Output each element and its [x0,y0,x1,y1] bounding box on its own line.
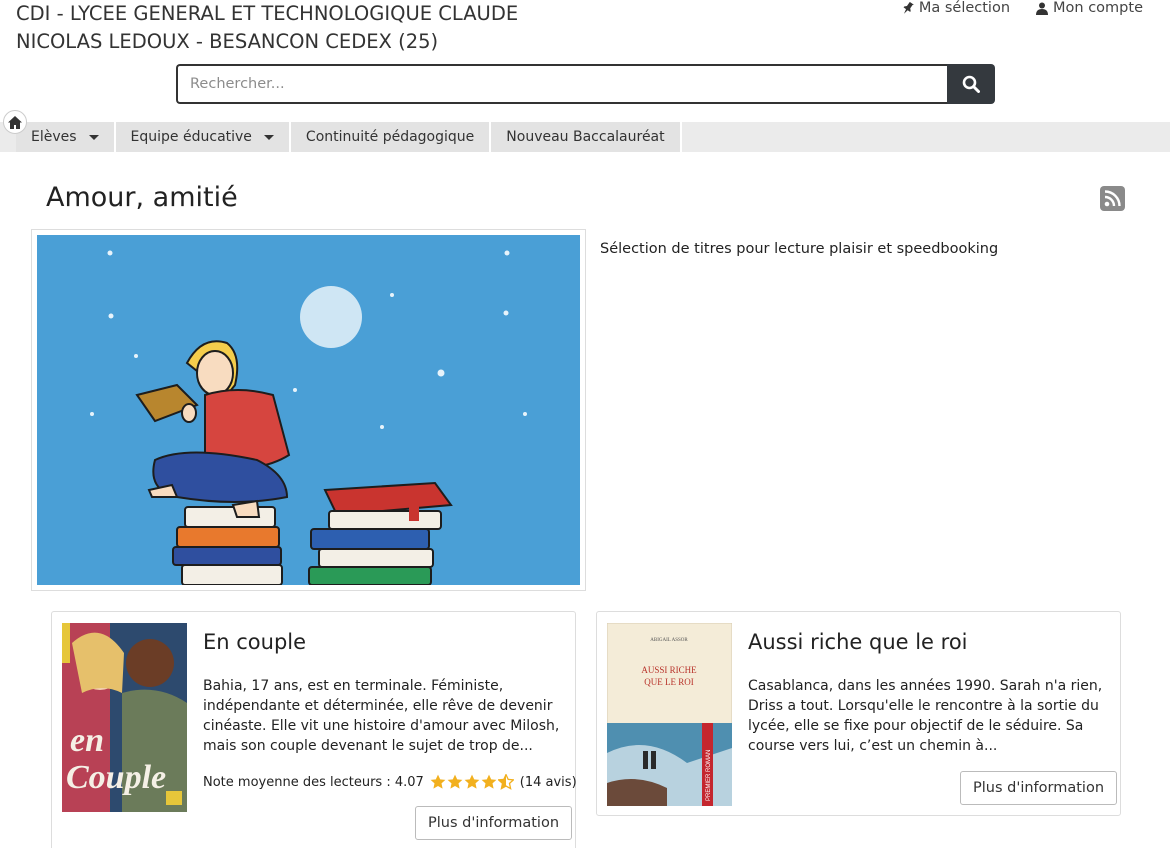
book-summary: Bahia, 17 ans, est en terminale. Féminis… [203,678,560,754]
review-count[interactable]: (14 avis) [520,775,577,790]
main-nav: Elèves Equipe éducative Continuité pédag… [0,110,1170,152]
nav-item-label: Nouveau Baccalauréat [506,129,665,145]
book-card: ABIGAIL ASSOR AUSSI RICHE QUE LE ROI PRE… [596,611,1121,816]
user-icon [1036,2,1049,15]
home-icon [8,115,22,129]
nav-item-continuite[interactable]: Continuité pédagogique [290,122,492,152]
nav-item-eleves[interactable]: Elèves [16,122,116,152]
more-info-button[interactable]: Plus d'information [960,771,1118,805]
nav-item-equipe-educative[interactable]: Equipe éducative [115,122,291,152]
more-info-button[interactable]: Plus d'information [415,806,573,840]
nav-item-label: Continuité pédagogique [305,129,475,145]
my-selection-link[interactable]: Ma sélection [902,0,1010,16]
rss-button[interactable] [1100,186,1125,211]
my-account-link[interactable]: Mon compte [1036,0,1143,16]
nav-item-label: Elèves [31,129,77,145]
svg-text:ABIGAIL ASSOR: ABIGAIL ASSOR [650,638,688,643]
page-title: Amour, amitié [46,182,238,213]
star-icon [481,774,497,789]
caret-down-icon [263,134,274,140]
book-title[interactable]: Aussi riche que le roi [748,630,968,654]
pin-icon [903,1,914,14]
svg-text:en: en [70,722,104,759]
rating-stars [430,774,514,790]
book-cover-en-couple[interactable]: en Couple [62,623,187,812]
my-selection-label: Ma sélection [918,0,1011,16]
svg-text:Couple: Couple [66,759,166,796]
book-rating: Note moyenne des lecteurs : 4.07 (14 avi… [203,774,577,790]
rating-label: Note moyenne des lecteurs : 4.07 [203,774,424,790]
hero-illustration [37,235,580,585]
selection-description: Sélection de titres pour lecture plaisir… [600,241,999,257]
book-title[interactable]: En couple [203,630,306,654]
star-icon [447,774,463,789]
star-icon [430,774,446,789]
home-button[interactable] [3,110,27,134]
top-links: Ma sélection Mon compte [902,0,1143,16]
nav-item-baccalaureat[interactable]: Nouveau Baccalauréat [491,122,682,152]
site-title[interactable]: CDI - LYCEE GENERAL ET TECHNOLOGIQUE CLA… [16,0,576,56]
search-button[interactable] [947,64,995,104]
book-card: en Couple En couple Bahia, 17 ans, est e… [51,611,577,848]
my-account-label: Mon compte [1053,0,1143,16]
search-icon [962,75,980,93]
rss-icon [1104,190,1121,207]
book-summary: Casablanca, dans les années 1990. Sarah … [748,678,1103,754]
hero-image-frame [31,229,586,591]
half-star-icon [497,774,514,790]
book-cover-aussi-riche[interactable]: ABIGAIL ASSOR AUSSI RICHE QUE LE ROI PRE… [607,623,732,806]
svg-text:QUE LE ROI: QUE LE ROI [644,677,694,687]
search-input[interactable] [176,64,947,104]
search-bar [176,64,995,104]
svg-text:AUSSI RICHE: AUSSI RICHE [641,665,697,675]
caret-down-icon [88,134,99,140]
star-icon [464,774,480,789]
svg-text:PREMIER ROMAN: PREMIER ROMAN [706,750,712,801]
nav-item-label: Equipe éducative [130,129,252,145]
